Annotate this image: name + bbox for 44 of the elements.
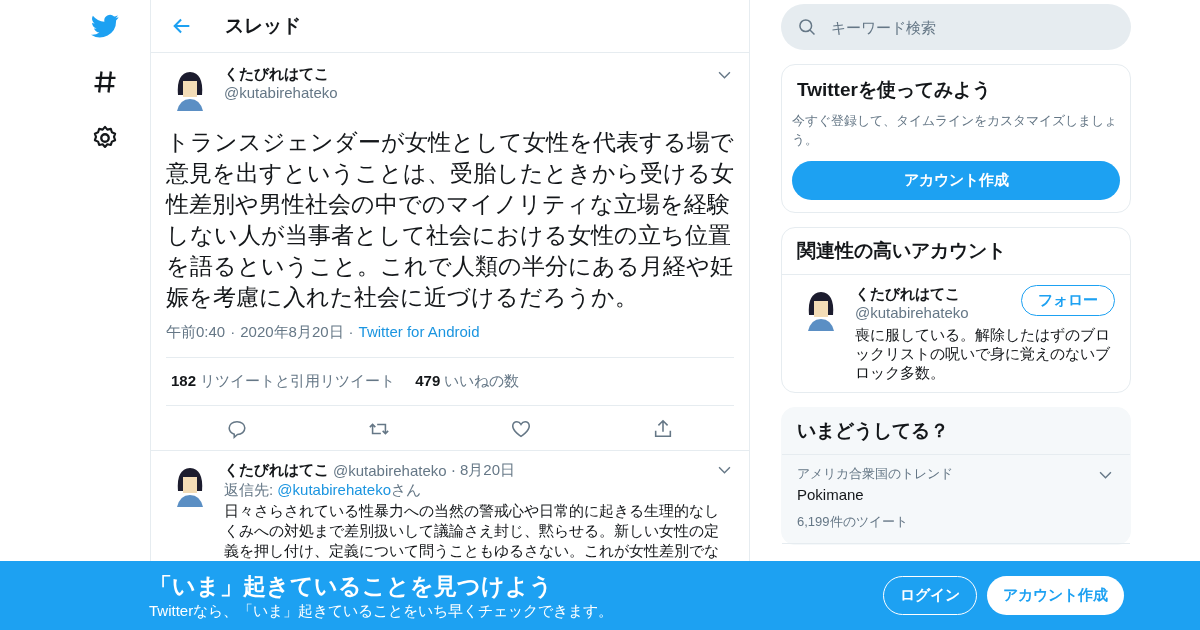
create-account-button[interactable]: アカウント作成	[792, 161, 1120, 200]
separator-dot: ·	[348, 323, 354, 342]
account-name[interactable]: くたびれはてこ	[855, 285, 960, 304]
stat-link[interactable]: 182 リツイートと引用リツイート	[171, 372, 396, 391]
search-field[interactable]: キーワード検索	[781, 4, 1131, 50]
reply-to-label: 返信先:	[224, 481, 274, 498]
trend-name: Pokimane	[797, 486, 865, 503]
chevron-down-icon[interactable]	[718, 466, 731, 475]
account-bio: 喪に服している。解除したはずのブロックリストの呪いで身に覚えのないブロック多数。	[855, 325, 1111, 382]
author-handle[interactable]: @kutabirehateko	[224, 84, 338, 101]
banner-title: 「いま」起きていることを見つけよう	[149, 571, 554, 601]
card-title: 関連性の高いアカウント	[782, 228, 1130, 275]
tweet-text: トランスジェンダーが女性として女性を代表する場で意見を出すということは、受胎したときから受ける女性差別や男性社会の中でのマイノリティな立場を経験しない人が当事者として社会における女性の立ち位置を語るということ。これで人類の半分にある月経や妊娠を考慮に入れた社会に近づけるだろうか。	[166, 129, 734, 312]
page-title: スレッド	[225, 14, 301, 38]
follow-button[interactable]: フォロー	[1021, 285, 1115, 316]
chevron-down-icon[interactable]	[1099, 471, 1112, 480]
tweet-date[interactable]: 2020年8月20日	[240, 323, 344, 342]
separator-dot: ·	[450, 461, 456, 480]
separator-dot: ·	[230, 323, 236, 342]
share-icon[interactable]	[652, 418, 674, 440]
card-title: Twitterを使ってみよう	[796, 78, 992, 102]
chevron-down-icon[interactable]	[718, 71, 731, 80]
card-title: いまどうしてる？	[782, 408, 1130, 455]
search-icon	[797, 17, 817, 37]
trend-item[interactable]: アメリカ合衆国のトレンド Pokimane 6,199件のツイート	[782, 455, 1130, 544]
reply-icon[interactable]	[226, 418, 248, 440]
author-handle[interactable]: @kutabirehateko	[333, 462, 447, 479]
stat-link[interactable]: 479 いいねの数	[415, 372, 520, 391]
tweet-time[interactable]: 午前0:40	[166, 323, 226, 342]
create-account-button[interactable]: アカウント作成	[987, 576, 1124, 615]
reply-date[interactable]: 8月20日	[459, 461, 515, 480]
tweet-source-link[interactable]: Twitter for Android	[358, 323, 480, 342]
honorific-text: さん	[391, 481, 421, 498]
heart-icon[interactable]	[510, 418, 532, 440]
trend-count: 6,199件のツイート	[797, 513, 909, 531]
bird-logo-icon[interactable]	[91, 12, 119, 40]
trend-context: アメリカ合衆国のトレンド	[797, 465, 953, 483]
reply-text: 日々さらされている性暴力への当然の警戒心や日常的に起きる生理的なしくみへの対処まで差別扱いして議論さえ封じ、黙らせる。新しい女性の定義を押し付け、定義について問うこともゆるさない。これが女性差別でな	[224, 501, 720, 561]
reply-to-link[interactable]: @kutabirehateko	[277, 481, 391, 498]
banner-subtitle: Twitterなら、「いま」起きていることをいち早くチェックできます。	[149, 601, 614, 621]
signup-text: 今すぐ登録して、タイムラインをカスタマイズしましょう。	[792, 112, 1118, 149]
author-name[interactable]: くたびれはてこ	[224, 65, 329, 84]
account-handle[interactable]: @kutabirehateko	[855, 304, 969, 321]
author-name[interactable]: くたびれはてこ	[224, 461, 329, 480]
